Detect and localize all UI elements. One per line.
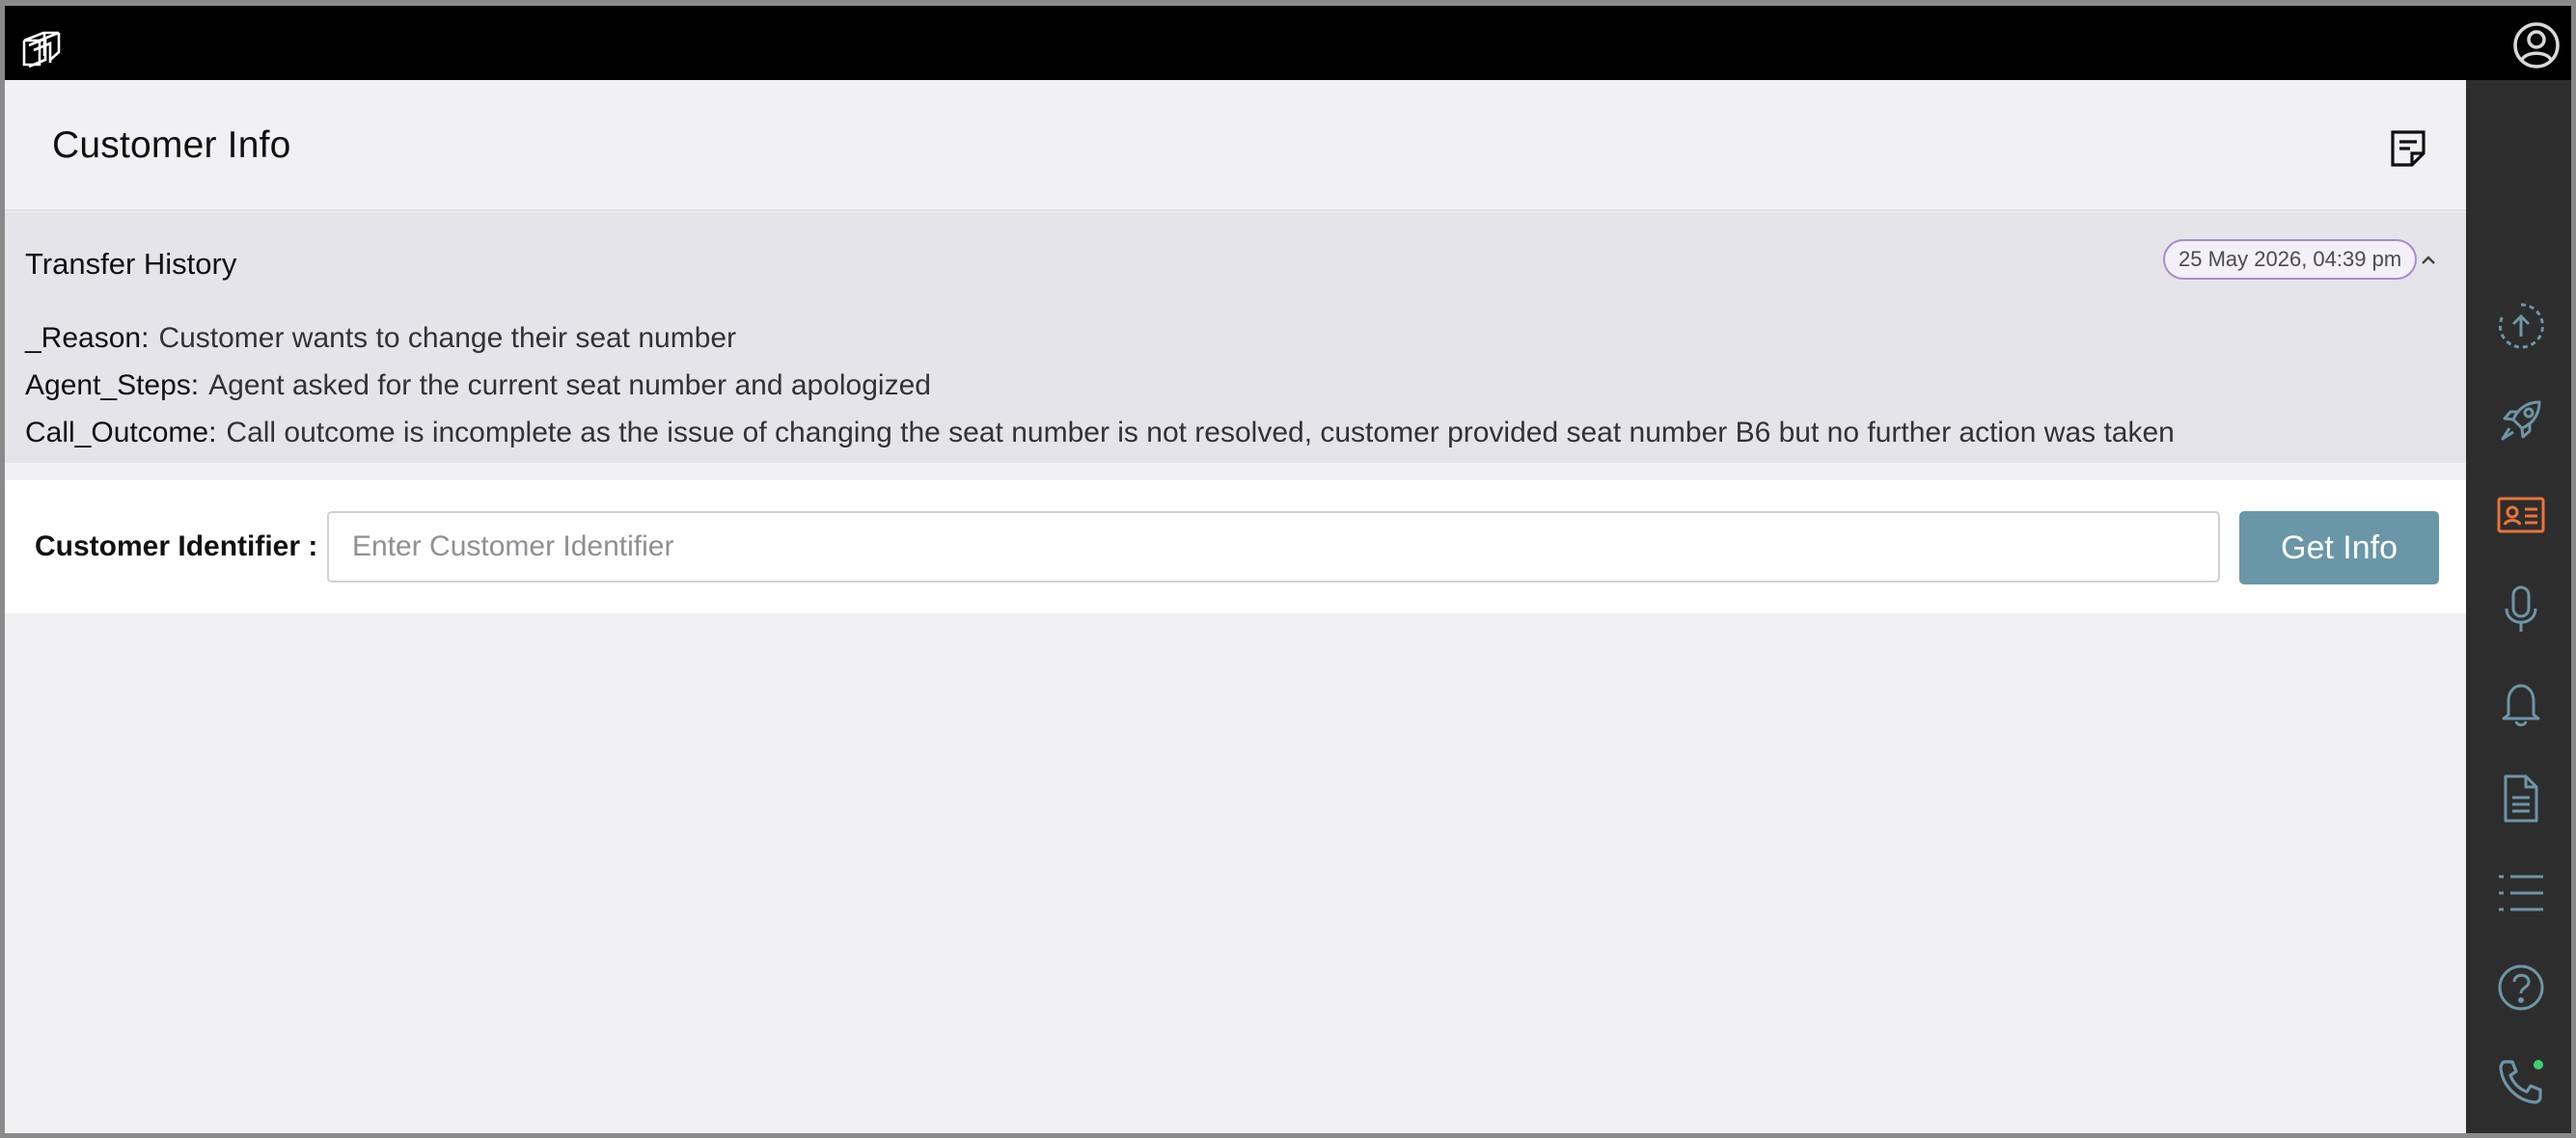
upload-progress-icon[interactable] [2495, 300, 2547, 352]
customer-identifier-label: Customer Identifier : [35, 530, 318, 562]
chevron-up-icon[interactable] [2417, 249, 2440, 272]
page-header: Customer Info [5, 80, 2466, 211]
get-info-button[interactable]: Get Info [2239, 511, 2439, 584]
customer-lookup-panel: Customer Identifier : Get Info [5, 480, 2466, 613]
right-sidebar [2466, 80, 2571, 1133]
customer-identifier-input[interactable] [327, 511, 2220, 583]
online-status-dot [2534, 1060, 2543, 1070]
agent-steps-row: Agent_Steps: Agent asked for the current … [25, 369, 931, 402]
agent-steps-value: Agent asked for the current seat number … [208, 369, 931, 401]
page-title: Customer Info [52, 124, 291, 166]
help-icon[interactable] [2495, 962, 2547, 1014]
top-bar [5, 6, 2571, 80]
user-circle-icon[interactable] [2510, 19, 2562, 71]
call-outcome-value: Call outcome is incomplete as the issue … [226, 417, 2175, 448]
id-card-icon[interactable] [2495, 489, 2547, 541]
reason-value: Customer wants to change their seat numb… [158, 322, 737, 354]
app-window: Customer Info Transfer History 25 May 20… [0, 0, 2576, 1138]
stacked-squares-logo-icon [15, 21, 68, 73]
call-outcome-row: Call_Outcome: Call outcome is incomplete … [25, 417, 2175, 449]
reason-row: _Reason: Customer wants to change their s… [25, 322, 736, 355]
microphone-icon[interactable] [2495, 583, 2547, 636]
transfer-history-title: Transfer History [25, 247, 237, 281]
rocket-icon[interactable] [2495, 394, 2547, 447]
transfer-date-badge: 25 May 2026, 04:39 pm [2163, 239, 2418, 280]
phone-icon[interactable] [2495, 1056, 2547, 1108]
document-icon[interactable] [2495, 772, 2547, 825]
call-outcome-key: Call_Outcome: [25, 417, 217, 448]
agent-steps-key: Agent_Steps: [25, 369, 200, 401]
main-content: Customer Info Transfer History 25 May 20… [5, 80, 2466, 1133]
sticky-note-icon[interactable] [2389, 128, 2427, 169]
transfer-history-panel: Transfer History 25 May 2026, 04:39 pm _… [5, 212, 2466, 463]
bell-icon[interactable] [2495, 678, 2547, 730]
list-icon[interactable] [2495, 867, 2547, 919]
reason-key: _Reason: [25, 322, 150, 354]
